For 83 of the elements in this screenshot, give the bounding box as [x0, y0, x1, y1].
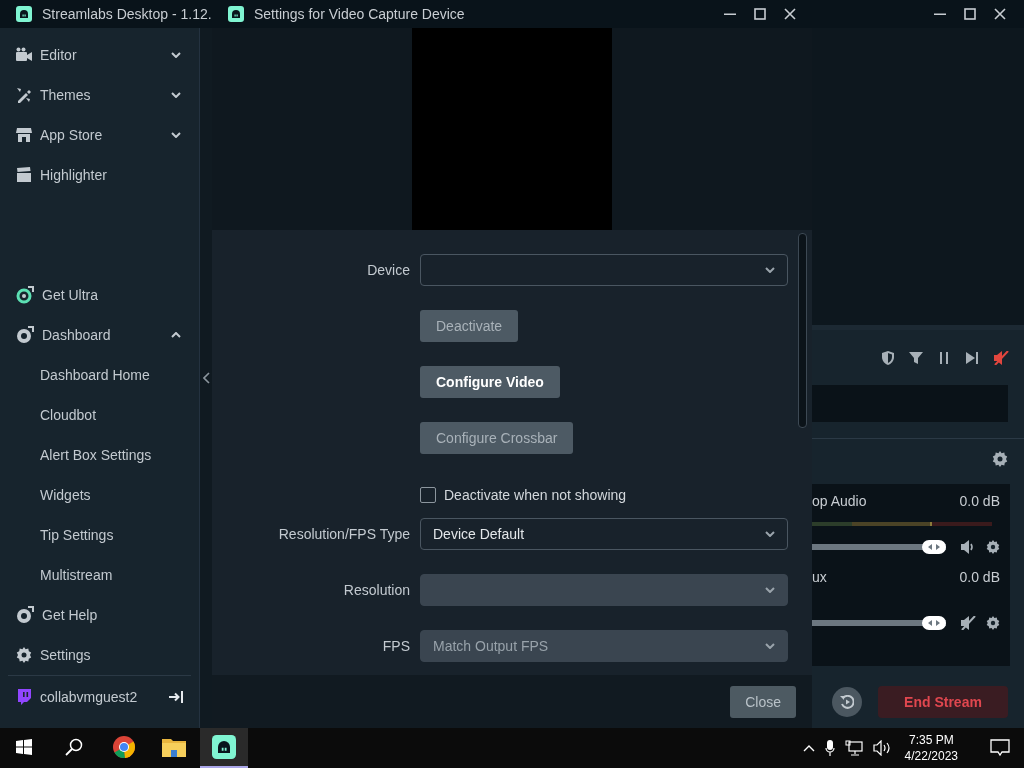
slider-thumb[interactable]: [922, 616, 946, 630]
field-label: FPS: [381, 638, 410, 654]
scrollbar[interactable]: [798, 233, 807, 428]
sidebar-item[interactable]: Cloudbot: [0, 395, 199, 435]
folder-icon[interactable]: [162, 737, 186, 757]
close-button[interactable]: Close: [730, 685, 796, 718]
video-camera-icon[interactable]: [16, 47, 32, 63]
sidebar-item[interactable]: Tip Settings: [0, 515, 199, 555]
shield-icon[interactable]: [881, 350, 895, 365]
sidebar-item[interactable]: Settings: [0, 635, 199, 675]
sidebar-item[interactable]: Dashboard Home: [0, 355, 199, 395]
speaker-icon[interactable]: [960, 540, 976, 554]
twitch-icon: [16, 689, 32, 705]
chevron-down-icon[interactable]: [765, 267, 775, 273]
chevron-down-icon[interactable]: [171, 92, 181, 98]
dropdown-field[interactable]: Device Default: [420, 518, 788, 550]
speaker-muted-icon[interactable]: [993, 350, 1009, 365]
dropdown-field[interactable]: [420, 254, 788, 286]
arrows-icon: [928, 620, 940, 626]
chevron-down-icon[interactable]: [171, 52, 181, 58]
volume-icon[interactable]: [872, 740, 891, 756]
field-label: Resolution: [342, 582, 410, 598]
skip-icon[interactable]: [965, 350, 979, 365]
search-icon[interactable]: [65, 738, 83, 756]
source-name: ux: [812, 569, 827, 585]
close-icon[interactable]: [784, 8, 796, 20]
dialog-button[interactable]: Configure Video: [420, 366, 560, 398]
filter-icon[interactable]: [909, 350, 923, 365]
close-icon[interactable]: [994, 8, 1006, 20]
account-name: collabvmguest2: [40, 689, 138, 705]
maximize-icon[interactable]: [964, 8, 976, 20]
taskbar-button[interactable]: [200, 728, 248, 768]
volume-reading: 0.0 dB: [959, 493, 1000, 509]
pause-icon[interactable]: [937, 350, 951, 365]
windows-icon[interactable]: [16, 739, 32, 755]
source-name: op Audio: [812, 493, 867, 509]
sidebar-item[interactable]: Highlighter: [0, 155, 199, 195]
replay-button[interactable]: [832, 686, 862, 717]
settings-icon[interactable]: [16, 647, 32, 663]
collapse-icon[interactable]: [202, 372, 210, 384]
sidebar-item[interactable]: Get Ultra: [0, 275, 199, 315]
window-title: Streamlabs Desktop - 1.12.: [42, 6, 212, 22]
maximize-icon[interactable]: [754, 8, 766, 20]
app-logo-icon[interactable]: [212, 735, 236, 759]
volume-reading: 0.0 dB: [959, 569, 1000, 585]
network-icon[interactable]: [844, 740, 863, 756]
chevron-down-icon[interactable]: [171, 132, 181, 138]
chevron-down-icon[interactable]: [765, 531, 775, 537]
settings-icon[interactable]: [992, 451, 1008, 467]
chevron-up-icon[interactable]: [171, 332, 181, 338]
microphone-icon[interactable]: [824, 740, 835, 756]
replay-icon: [840, 694, 854, 709]
clock-time: 7:35 PM: [908, 732, 954, 748]
sidebar-item[interactable]: Editor: [0, 35, 199, 75]
checkbox-label: Deactivate when not showing: [444, 487, 627, 503]
browser-icon[interactable]: [112, 735, 136, 759]
arrows-icon: [928, 544, 940, 550]
sidebar-item[interactable]: Multistream: [0, 555, 199, 595]
sidebar-item[interactable]: Dashboard: [0, 315, 199, 355]
window-title: Settings for Video Capture Device: [254, 6, 465, 22]
sidebar-item[interactable]: Themes: [0, 75, 199, 115]
clock-date: 4/22/2023: [904, 748, 958, 764]
field-label: Resolution/FPS Type: [277, 526, 410, 542]
checkbox[interactable]: [420, 487, 436, 503]
speaker-muted-icon[interactable]: [960, 616, 976, 630]
settings-icon[interactable]: [986, 540, 1000, 554]
brush-icon[interactable]: [16, 87, 32, 103]
app-logo-icon: [228, 6, 244, 22]
slider-thumb[interactable]: [922, 540, 946, 554]
field-label: Device: [366, 262, 410, 278]
sidebar-item[interactable]: Get Help: [0, 595, 199, 635]
sidebar-item[interactable]: Widgets: [0, 475, 199, 515]
store-icon[interactable]: [16, 127, 32, 143]
notification-icon[interactable]: [990, 739, 1010, 757]
sidebar-item[interactable]: Alert Box Settings: [0, 435, 199, 475]
dashboard-icon[interactable]: [16, 326, 34, 344]
end-stream-button[interactable]: End Stream: [878, 685, 1008, 718]
ultra-icon[interactable]: [16, 286, 34, 304]
logout-icon[interactable]: [169, 690, 183, 704]
app-logo-icon: [16, 6, 32, 22]
sidebar-item[interactable]: App Store: [0, 115, 199, 155]
clapperboard-icon[interactable]: [16, 167, 32, 183]
settings-icon[interactable]: [986, 616, 1000, 630]
